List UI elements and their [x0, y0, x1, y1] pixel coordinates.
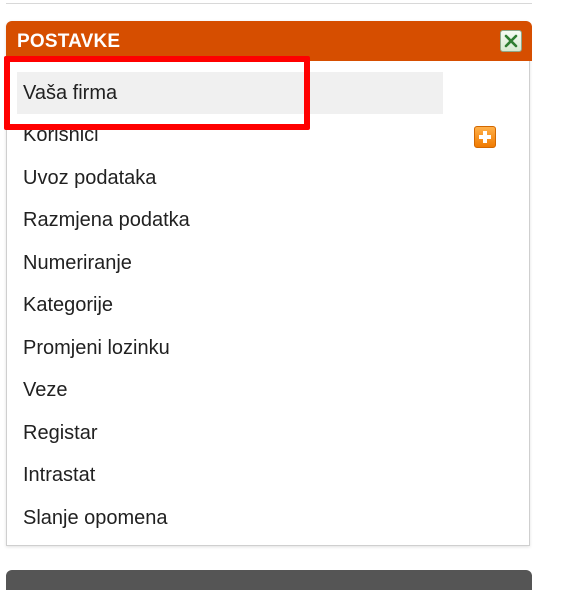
menu-item-korisnici[interactable]: Korisnici [17, 114, 443, 156]
settings-panel: POSTAVKE Vaša firma Korisnici Uvoz podat… [6, 21, 532, 546]
menu-item-kategorije[interactable]: Kategorije [17, 284, 443, 326]
menu-item-promjeni-lozinku[interactable]: Promjeni lozinku [17, 327, 443, 369]
previous-panel-edge [6, 0, 532, 4]
plus-icon[interactable] [474, 126, 496, 148]
menu-item-razmjena-podatka[interactable]: Razmjena podatka [17, 199, 443, 241]
menu-item-veze[interactable]: Veze [17, 369, 443, 411]
menu-item-registar[interactable]: Registar [17, 412, 443, 454]
menu-item-intrastat[interactable]: Intrastat [17, 454, 443, 496]
panel-title: POSTAVKE [17, 31, 121, 52]
menu-item-vasa-firma[interactable]: Vaša firma [17, 72, 443, 114]
menu-item-uvoz-podataka[interactable]: Uvoz podataka [17, 157, 443, 199]
menu-item-slanje-opomena[interactable]: Slanje opomena [17, 497, 443, 539]
next-panel-header [6, 570, 532, 590]
close-icon[interactable] [500, 30, 522, 52]
menu-item-numeriranje[interactable]: Numeriranje [17, 242, 443, 284]
panel-header: POSTAVKE [6, 21, 532, 61]
